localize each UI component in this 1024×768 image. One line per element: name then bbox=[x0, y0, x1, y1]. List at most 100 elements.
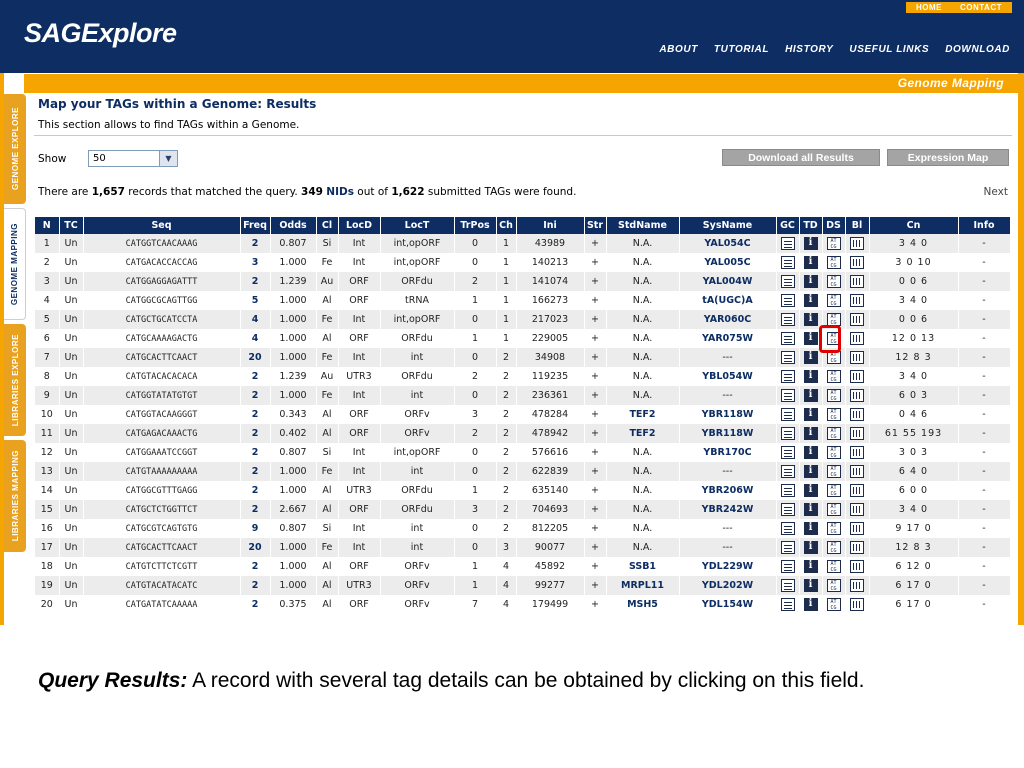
sequence-icon[interactable] bbox=[826, 427, 841, 440]
barcode-icon[interactable] bbox=[850, 503, 864, 516]
download-all-results-button[interactable]: Download all Results bbox=[722, 149, 880, 166]
document-lines-icon[interactable] bbox=[780, 313, 795, 326]
tab-genome-mapping[interactable]: GENOME MAPPING bbox=[4, 208, 26, 320]
info-icon[interactable] bbox=[803, 598, 818, 611]
cell-sysname[interactable]: YAL004W bbox=[679, 272, 777, 291]
cell-freq[interactable]: 2 bbox=[240, 595, 271, 614]
info-icon[interactable] bbox=[803, 351, 818, 364]
info-icon[interactable] bbox=[803, 541, 818, 554]
cell-sysname[interactable]: YBL054W bbox=[679, 367, 777, 386]
cell-freq[interactable]: 2 bbox=[240, 557, 271, 576]
cell-stdname[interactable]: TEF2 bbox=[606, 405, 680, 424]
sequence-icon[interactable] bbox=[826, 256, 841, 269]
document-lines-icon[interactable] bbox=[780, 465, 795, 478]
sequence-icon[interactable] bbox=[826, 465, 841, 478]
info-icon[interactable] bbox=[803, 313, 818, 326]
sequence-icon[interactable] bbox=[826, 237, 841, 250]
document-lines-icon[interactable] bbox=[780, 598, 795, 611]
nav-history[interactable]: HISTORY bbox=[785, 44, 833, 55]
cell-freq[interactable]: 2 bbox=[240, 500, 271, 519]
sequence-icon[interactable] bbox=[826, 389, 841, 402]
info-icon[interactable] bbox=[803, 427, 818, 440]
document-lines-icon[interactable] bbox=[780, 522, 795, 535]
barcode-icon[interactable] bbox=[850, 446, 864, 459]
cell-stdname[interactable]: SSB1 bbox=[606, 557, 680, 576]
document-lines-icon[interactable] bbox=[780, 541, 795, 554]
sequence-icon[interactable] bbox=[826, 446, 841, 459]
cell-stdname[interactable]: MSH5 bbox=[606, 595, 680, 614]
document-lines-icon[interactable] bbox=[780, 389, 795, 402]
barcode-icon[interactable] bbox=[850, 560, 864, 573]
barcode-icon[interactable] bbox=[850, 370, 864, 383]
info-icon[interactable] bbox=[803, 389, 818, 402]
sequence-icon[interactable] bbox=[826, 541, 841, 554]
cell-freq[interactable]: 4 bbox=[240, 329, 271, 348]
document-lines-icon[interactable] bbox=[780, 332, 795, 345]
nav-download[interactable]: DOWNLOAD bbox=[945, 44, 1010, 55]
barcode-icon[interactable] bbox=[850, 351, 864, 364]
tab-libraries-mapping[interactable]: LIBRARIES MAPPING bbox=[4, 440, 26, 552]
cell-sysname[interactable]: YAL005C bbox=[679, 253, 777, 272]
info-icon[interactable] bbox=[803, 465, 818, 478]
document-lines-icon[interactable] bbox=[780, 427, 795, 440]
barcode-icon[interactable] bbox=[850, 579, 864, 592]
barcode-icon[interactable] bbox=[850, 294, 864, 307]
barcode-icon[interactable] bbox=[850, 275, 864, 288]
cell-sysname[interactable]: YBR242W bbox=[679, 500, 777, 519]
document-lines-icon[interactable] bbox=[780, 237, 795, 250]
cell-freq[interactable]: 2 bbox=[240, 481, 271, 500]
cell-freq[interactable]: 2 bbox=[240, 576, 271, 595]
nav-tutorial[interactable]: TUTORIAL bbox=[714, 44, 769, 55]
cell-freq[interactable]: 2 bbox=[240, 367, 271, 386]
info-icon[interactable] bbox=[803, 408, 818, 421]
sequence-icon[interactable] bbox=[826, 579, 841, 592]
expression-map-button[interactable]: Expression Map bbox=[887, 149, 1009, 166]
cell-freq[interactable]: 2 bbox=[240, 424, 271, 443]
sequence-icon[interactable] bbox=[826, 522, 841, 535]
document-lines-icon[interactable] bbox=[780, 351, 795, 364]
document-lines-icon[interactable] bbox=[780, 370, 795, 383]
cell-sysname[interactable]: YDL202W bbox=[679, 576, 777, 595]
barcode-icon[interactable] bbox=[850, 598, 864, 611]
cell-freq[interactable]: 2 bbox=[240, 386, 271, 405]
cell-freq[interactable]: 2 bbox=[240, 272, 271, 291]
info-icon[interactable] bbox=[803, 294, 818, 307]
sequence-icon[interactable] bbox=[826, 275, 841, 288]
cell-freq[interactable]: 5 bbox=[240, 291, 271, 310]
info-icon[interactable] bbox=[803, 522, 818, 535]
cell-sysname[interactable]: YBR118W bbox=[679, 424, 777, 443]
info-icon[interactable] bbox=[803, 370, 818, 383]
tab-libraries-explore[interactable]: LIBRARIES EXPLORE bbox=[4, 324, 26, 436]
document-lines-icon[interactable] bbox=[780, 256, 795, 269]
contact-link[interactable]: CONTACT bbox=[960, 3, 1002, 12]
cell-freq[interactable]: 2 bbox=[240, 443, 271, 462]
cell-sysname[interactable]: YBR170C bbox=[679, 443, 777, 462]
info-icon[interactable] bbox=[803, 237, 818, 250]
document-lines-icon[interactable] bbox=[780, 579, 795, 592]
info-icon[interactable] bbox=[803, 579, 818, 592]
nav-useful-links[interactable]: USEFUL LINKS bbox=[849, 44, 929, 55]
document-lines-icon[interactable] bbox=[780, 275, 795, 288]
cell-freq[interactable]: 2 bbox=[240, 405, 271, 424]
cell-sysname[interactable]: YBR206W bbox=[679, 481, 777, 500]
sequence-icon[interactable] bbox=[826, 484, 841, 497]
cell-sysname[interactable]: YDL229W bbox=[679, 557, 777, 576]
home-link[interactable]: HOME bbox=[916, 3, 942, 12]
info-icon[interactable] bbox=[803, 256, 818, 269]
info-icon[interactable] bbox=[803, 275, 818, 288]
sequence-icon[interactable] bbox=[826, 503, 841, 516]
cell-sysname[interactable]: YAL054C bbox=[679, 234, 777, 253]
barcode-icon[interactable] bbox=[850, 522, 864, 535]
info-icon[interactable] bbox=[803, 332, 818, 345]
barcode-icon[interactable] bbox=[850, 256, 864, 269]
document-lines-icon[interactable] bbox=[780, 446, 795, 459]
barcode-icon[interactable] bbox=[850, 237, 864, 250]
barcode-icon[interactable] bbox=[850, 332, 864, 345]
sequence-icon[interactable] bbox=[826, 408, 841, 421]
document-lines-icon[interactable] bbox=[780, 408, 795, 421]
sequence-icon[interactable] bbox=[826, 370, 841, 383]
cell-freq[interactable]: 3 bbox=[240, 253, 271, 272]
barcode-icon[interactable] bbox=[850, 484, 864, 497]
nav-about[interactable]: ABOUT bbox=[659, 44, 698, 55]
cell-stdname[interactable]: MRPL11 bbox=[606, 576, 680, 595]
